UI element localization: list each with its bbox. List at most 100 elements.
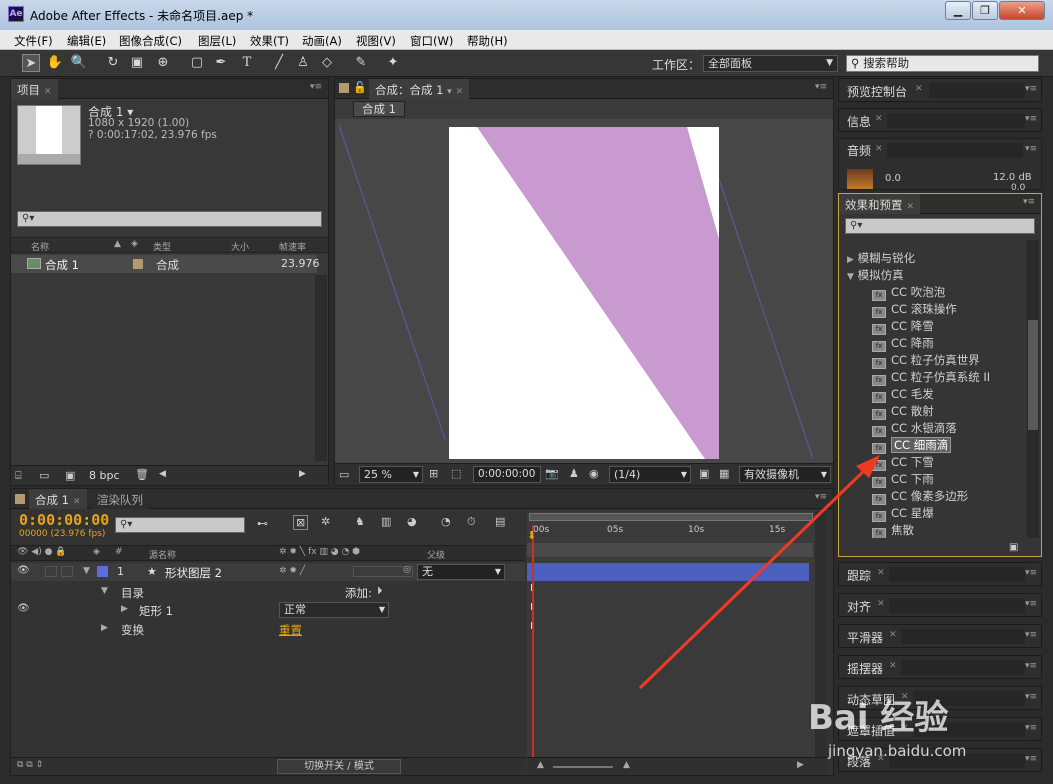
- layer-name[interactable]: 形状图层 2: [165, 565, 222, 581]
- eraser-tool-icon[interactable]: ◇: [318, 54, 336, 72]
- show-snapshot-icon[interactable]: ♟: [569, 467, 579, 480]
- channel-icon[interactable]: ◉: [589, 467, 599, 480]
- effect-item[interactable]: fx CC 下雪: [872, 454, 934, 471]
- panel-menu-icon[interactable]: ▾≡: [1025, 114, 1037, 124]
- info-panel[interactable]: 信息 ✕ ▾≡: [838, 108, 1042, 132]
- rectangle-row[interactable]: 👁 ▶ 矩形 1 正常 ▼: [11, 601, 525, 619]
- time-graph-area[interactable]: 00s 05s 10s 15s ⬇ I I I: [527, 511, 827, 775]
- zoom-in-icon[interactable]: ▲: [623, 760, 630, 770]
- label-color-swatch[interactable]: [133, 259, 143, 269]
- auto-keyframe-icon[interactable]: ⏱: [467, 515, 476, 529]
- scroll-right-icon[interactable]: ▶: [797, 760, 804, 770]
- align-panel[interactable]: 对齐 ✕ ▾≡: [838, 593, 1042, 617]
- effect-item[interactable]: fx CC 水银滴落: [872, 420, 957, 437]
- scroll-left-icon[interactable]: ◀: [159, 469, 166, 479]
- effects-search-input[interactable]: ⚲▾: [845, 218, 1035, 234]
- panel-menu-icon[interactable]: ▾≡: [1025, 599, 1037, 609]
- zoom-select[interactable]: 25 % ▼: [359, 466, 423, 483]
- new-folder-icon[interactable]: ▭: [39, 469, 49, 482]
- live-update-icon[interactable]: ⊠: [293, 515, 309, 530]
- menu-view[interactable]: 视图(V): [356, 33, 396, 49]
- visibility-eye-icon[interactable]: 👁: [17, 603, 30, 614]
- close-icon[interactable]: ✕: [875, 114, 883, 124]
- search-help-input[interactable]: ⚲ 搜索帮助: [846, 55, 1039, 72]
- close-icon[interactable]: ✕: [73, 497, 81, 507]
- panel-menu-icon[interactable]: ▾≡: [1023, 197, 1035, 207]
- audio-toggle[interactable]: [45, 566, 57, 577]
- close-icon[interactable]: ✕: [907, 202, 915, 212]
- expand-panes-icons[interactable]: ⧉ ⧉ ⇕: [17, 760, 43, 770]
- effect-item[interactable]: fx CC 吹泡泡: [872, 284, 945, 301]
- close-icon[interactable]: ✕: [456, 87, 464, 97]
- comp-breadcrumb[interactable]: 合成 1: [353, 101, 405, 117]
- menu-window[interactable]: 窗口(W): [410, 33, 453, 49]
- menu-effect[interactable]: 效果(T): [250, 33, 289, 49]
- zoom-slider-track[interactable]: [553, 766, 613, 768]
- panel-menu-icon[interactable]: ▾≡: [1025, 84, 1037, 94]
- menu-layer[interactable]: 图层(L): [198, 33, 236, 49]
- close-icon[interactable]: ✕: [877, 599, 885, 609]
- timeline-search-input[interactable]: ⚲▾: [115, 517, 245, 533]
- rectangle-tool-icon[interactable]: ▢: [188, 54, 206, 72]
- chevron-down-icon[interactable]: ▾: [447, 87, 452, 97]
- puppet-pin-tool-icon[interactable]: ✦: [384, 54, 402, 72]
- menu-help[interactable]: 帮助(H): [467, 33, 508, 49]
- brainstorm-icon[interactable]: ◔: [441, 515, 451, 528]
- text-tool-icon[interactable]: T: [238, 54, 256, 72]
- layer-duration-bar[interactable]: [527, 563, 809, 581]
- composition-viewer[interactable]: [335, 119, 833, 459]
- restore-button[interactable]: ❐: [972, 1, 998, 20]
- effect-item-selected[interactable]: fx CC 细雨滴: [872, 437, 952, 454]
- snapshot-icon[interactable]: 📷: [545, 467, 559, 480]
- parent-select[interactable]: 无 ▼: [417, 564, 505, 580]
- blend-mode-select[interactable]: 正常 ▼: [279, 602, 389, 618]
- expand-arrow-icon[interactable]: ▼: [83, 566, 90, 576]
- ruler-bar[interactable]: [527, 543, 813, 557]
- resolution-grid-icon[interactable]: ⊞: [429, 467, 438, 480]
- interpret-footage-icon[interactable]: ⌸: [15, 469, 22, 483]
- column-source-name[interactable]: 源名称: [149, 548, 176, 561]
- reset-link[interactable]: 重置: [279, 622, 302, 638]
- panel-menu-icon[interactable]: ▾≡: [1025, 630, 1037, 640]
- expand-arrow-icon[interactable]: ▶: [121, 604, 128, 614]
- playhead-line[interactable]: [532, 525, 534, 773]
- close-icon[interactable]: ✕: [915, 84, 923, 94]
- column-type[interactable]: 类型: [153, 240, 171, 253]
- effect-item[interactable]: fx CC 粒子仿真世界: [872, 352, 980, 369]
- column-name[interactable]: 名称: [31, 240, 49, 253]
- expand-arrow-icon[interactable]: ▼: [101, 586, 108, 596]
- bit-depth-button[interactable]: 8 bpc: [89, 469, 120, 482]
- column-parent[interactable]: 父级: [427, 548, 445, 561]
- graph-editor-icon[interactable]: ▤: [495, 515, 505, 528]
- toggle-mask-icon[interactable]: ⬚: [451, 467, 461, 480]
- zoom-out-icon[interactable]: ▲: [537, 760, 544, 770]
- roto-brush-tool-icon[interactable]: ✎: [352, 54, 370, 72]
- region-of-interest-icon[interactable]: ▣: [699, 467, 709, 480]
- effects-scrollbar[interactable]: [1027, 240, 1039, 538]
- effect-item[interactable]: fx CC 像素多边形: [872, 488, 968, 505]
- category-simulation[interactable]: ▼ 模拟仿真: [847, 267, 904, 283]
- wiggler-panel[interactable]: 摇摆器 ✕ ▾≡: [838, 655, 1042, 679]
- panel-menu-icon[interactable]: ▾≡: [1025, 661, 1037, 671]
- new-comp-icon[interactable]: ▣: [65, 469, 75, 482]
- audio-panel-title[interactable]: 音频: [847, 142, 871, 159]
- effect-item[interactable]: fx CC 粒子仿真系统 II: [872, 369, 990, 386]
- pan-behind-tool-icon[interactable]: ⊕: [154, 54, 172, 72]
- tab-composition[interactable]: 合成：合成 1 ▾ ✕: [369, 79, 470, 99]
- viewer-timecode[interactable]: 0:00:00:00: [473, 466, 541, 483]
- tracker-panel[interactable]: 跟踪 ✕ ▾≡: [838, 562, 1042, 586]
- menu-animation[interactable]: 动画(A): [302, 33, 342, 49]
- close-icon[interactable]: ✕: [875, 144, 883, 154]
- workspace-select[interactable]: 全部面板 ▼: [703, 55, 838, 72]
- tab-project[interactable]: 项目 ✕: [11, 79, 58, 99]
- column-size[interactable]: 大小: [231, 240, 249, 253]
- effect-item[interactable]: fx CC 滚珠操作: [872, 301, 957, 318]
- panel-menu-icon[interactable]: ▾≡: [310, 82, 322, 92]
- add-menu-arrow-icon[interactable]: ⏵: [377, 584, 383, 598]
- resolution-select[interactable]: (1/4) ▼: [609, 466, 691, 483]
- layer-row-shape-layer-2[interactable]: 👁 ▼ 1 ★ 形状图层 2 ✲ ✹ ╱ ◎ 无 ▼: [11, 563, 525, 581]
- hide-shy-icon[interactable]: ♞: [355, 515, 365, 528]
- scroll-right-icon[interactable]: ▶: [299, 469, 306, 479]
- clone-stamp-tool-icon[interactable]: ♙: [294, 54, 312, 72]
- effect-item[interactable]: fx CC 散射: [872, 403, 934, 420]
